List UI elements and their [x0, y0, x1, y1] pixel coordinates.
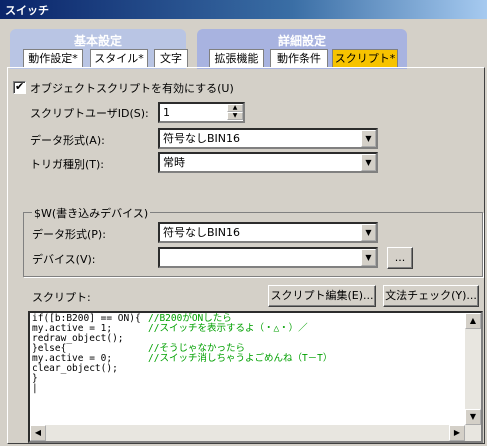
scroll-up-icon[interactable]: ▲	[465, 313, 481, 329]
write-data-format-select[interactable]: 符号なしBIN16 ▼	[158, 222, 378, 243]
data-format-value: 符号なしBIN16	[163, 132, 241, 145]
data-format-label: データ形式(A):	[30, 134, 105, 147]
scroll-left-icon[interactable]: ◀	[30, 425, 46, 441]
basic-settings-title: 基本設定	[73, 34, 122, 48]
spin-down-icon[interactable]: ▼	[227, 112, 243, 120]
script-user-id-spinner[interactable]: ▲ ▼	[227, 104, 243, 121]
scroll-down-icon[interactable]: ▼	[465, 409, 481, 425]
code-line: }	[32, 373, 38, 384]
spin-up-icon[interactable]: ▲	[227, 104, 243, 112]
tab-conditions[interactable]: 動作条件	[270, 49, 328, 68]
chevron-down-icon[interactable]: ▼	[361, 154, 376, 171]
enable-script-checkbox[interactable]	[13, 80, 26, 94]
vertical-scrollbar[interactable]: ▲ ▼	[465, 313, 481, 441]
device-label: デバイス(V):	[32, 253, 96, 266]
code-line: redraw_object();	[32, 333, 124, 344]
trigger-type-label: トリガ種別(T):	[30, 158, 105, 171]
script-label: スクリプト:	[32, 291, 91, 304]
write-data-format-label: データ形式(P):	[32, 228, 106, 241]
script-editor[interactable]: if([b:B200] == ON){//B200がONしたら my.active…	[28, 311, 483, 443]
trigger-type-value: 常時	[163, 156, 185, 169]
syntax-check-button[interactable]: 文法チェック(Y)...	[383, 285, 479, 307]
chevron-down-icon[interactable]: ▼	[361, 130, 376, 147]
edit-script-button[interactable]: スクリプト編集(E)...	[268, 285, 376, 307]
script-user-id-value: 1	[163, 106, 170, 119]
chevron-down-icon[interactable]: ▼	[361, 224, 376, 241]
device-browse-button[interactable]: ...	[387, 247, 413, 269]
device-select[interactable]: ▼	[158, 247, 378, 268]
data-format-select[interactable]: 符号なしBIN16 ▼	[158, 128, 378, 149]
scroll-right-icon[interactable]: ▶	[449, 425, 465, 441]
tab-style[interactable]: スタイル*	[90, 49, 148, 68]
chevron-down-icon[interactable]: ▼	[361, 249, 376, 266]
tab-extended[interactable]: 拡張機能	[209, 49, 264, 68]
window-title: スイッチ	[5, 4, 49, 17]
horizontal-scrollbar[interactable]: ◀ ▶	[30, 425, 481, 441]
script-user-id-input[interactable]: 1 ▲ ▼	[158, 102, 245, 123]
detail-settings-title: 詳細設定	[277, 34, 326, 48]
write-device-group-title: $W(書き込みデバイス)	[32, 205, 151, 221]
write-data-format-value: 符号なしBIN16	[163, 226, 241, 239]
enable-script-label: オブジェクトスクリプトを有効にする(U)	[30, 82, 234, 95]
tab-text[interactable]: 文字	[154, 49, 188, 68]
script-code[interactable]: if([b:B200] == ON){//B200がONしたら my.active…	[30, 313, 481, 395]
tab-script[interactable]: スクリプト*	[332, 49, 398, 68]
trigger-type-select[interactable]: 常時 ▼	[158, 152, 378, 173]
script-user-id-label: スクリプトユーザID(S):	[30, 107, 149, 120]
tab-action-settings[interactable]: 動作設定*	[23, 49, 83, 68]
code-line: |	[32, 383, 38, 394]
title-bar: スイッチ	[0, 0, 487, 19]
code-line: clear_object();	[32, 363, 118, 374]
